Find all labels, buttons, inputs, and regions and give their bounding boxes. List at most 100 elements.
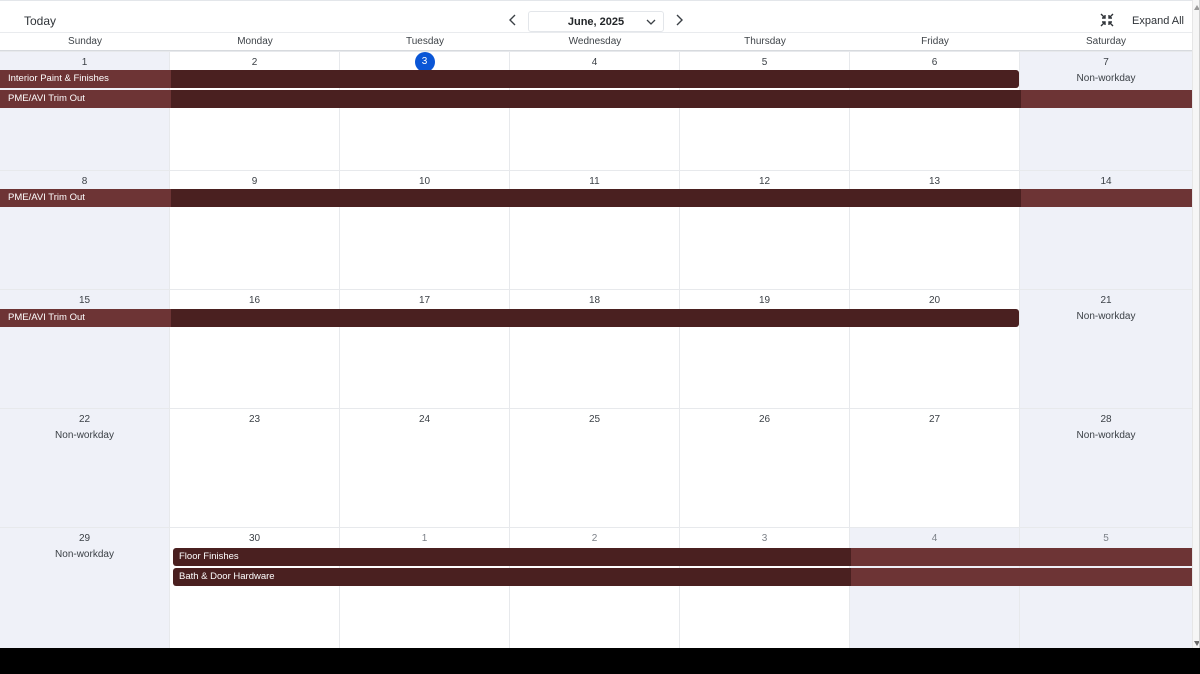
day-cell[interactable]: 15 (0, 289, 170, 409)
day-cell[interactable]: 28 Non-workday (1020, 408, 1192, 528)
day-number: 24 (418, 414, 431, 425)
day-cell[interactable]: 11 (510, 170, 680, 290)
day-cell[interactable]: 19 (680, 289, 850, 409)
day-number: 4 (931, 533, 938, 544)
previous-month-button[interactable] (504, 11, 522, 29)
event-interior-paint-finishes[interactable]: Interior Paint & Finishes (0, 70, 1019, 88)
event-pme-avi-trim-out[interactable]: PME/AVI Trim Out (0, 90, 1192, 108)
day-cell[interactable]: 4 (510, 51, 680, 171)
day-number: 5 (1103, 533, 1109, 544)
weekday-tuesday: Tuesday (406, 36, 444, 47)
event-nonworkday-segment (1021, 90, 1192, 108)
day-number: 11 (589, 176, 600, 187)
non-workday-label: Non-workday (1076, 311, 1136, 322)
day-number: 15 (78, 295, 91, 306)
weekday-thursday: Thursday (744, 36, 786, 47)
day-cell[interactable]: 12 (680, 170, 850, 290)
day-cell[interactable]: 17 (340, 289, 510, 409)
day-cell[interactable]: 22 Non-workday (0, 408, 170, 528)
day-cell[interactable]: 20 (850, 289, 1020, 409)
day-number: 25 (588, 414, 601, 425)
event-pme-avi-trim-out[interactable]: PME/AVI Trim Out (0, 309, 1019, 327)
day-cell[interactable]: 29 Non-workday (0, 527, 170, 648)
day-cell[interactable]: 7 Non-workday (1020, 51, 1192, 171)
expand-all-button[interactable]: Expand All (1124, 11, 1192, 31)
day-number: 27 (928, 414, 941, 425)
day-cell[interactable]: 2 (510, 527, 680, 648)
day-number: 9 (251, 176, 258, 187)
week-row: 1 2 3 4 5 6 7 Non-workday (0, 51, 1192, 171)
weekday-wednesday: Wednesday (568, 36, 622, 47)
chevron-left-icon (509, 14, 516, 26)
event-floor-finishes[interactable]: Floor Finishes (173, 548, 1192, 566)
day-cell[interactable]: 13 (850, 170, 1020, 290)
day-cell[interactable]: 1 (0, 51, 170, 171)
event-nonworkday-segment (1021, 189, 1192, 207)
day-number: 22 (78, 414, 91, 425)
day-cell[interactable]: 5 (680, 51, 850, 171)
day-number: 1 (421, 533, 428, 544)
event-title: Bath & Door Hardware (179, 571, 275, 582)
event-title: Floor Finishes (179, 551, 239, 562)
day-number: 2 (591, 533, 598, 544)
event-title: PME/AVI Trim Out (8, 192, 85, 203)
day-number: 12 (758, 176, 771, 187)
day-cell[interactable]: 1 (340, 527, 510, 648)
day-number: 10 (418, 176, 431, 187)
day-number: 26 (758, 414, 771, 425)
today-day-number: 3 (414, 52, 435, 72)
non-workday-label: Non-workday (1076, 430, 1136, 441)
day-number: 23 (248, 414, 261, 425)
next-month-button[interactable] (670, 11, 688, 29)
non-workday-label: Non-workday (1076, 73, 1136, 84)
day-cell[interactable]: 23 (170, 408, 340, 528)
today-button[interactable]: Today (14, 10, 66, 32)
event-pme-avi-trim-out[interactable]: PME/AVI Trim Out (0, 189, 1192, 207)
day-cell[interactable]: 25 (510, 408, 680, 528)
day-cell[interactable]: 9 (170, 170, 340, 290)
day-cell[interactable]: 21 Non-workday (1020, 289, 1192, 409)
collapse-button[interactable] (1100, 13, 1118, 31)
day-number: 29 (78, 533, 91, 544)
day-number: 2 (251, 57, 258, 68)
day-number: 6 (931, 57, 938, 68)
event-title: Interior Paint & Finishes (8, 73, 109, 84)
day-cell[interactable]: 10 (340, 170, 510, 290)
day-cell[interactable]: 26 (680, 408, 850, 528)
day-cell[interactable]: 4 (850, 527, 1020, 648)
day-cell[interactable]: 5 (1020, 527, 1192, 648)
day-number: 7 (1103, 57, 1109, 68)
non-workday-label: Non-workday (55, 430, 114, 441)
day-number: 14 (1100, 176, 1112, 187)
day-number: 30 (248, 533, 261, 544)
day-cell[interactable]: 30 (170, 527, 340, 648)
weekday-monday: Monday (237, 36, 273, 47)
day-number: 8 (81, 176, 88, 187)
day-number: 1 (81, 57, 88, 68)
day-number: 13 (928, 176, 941, 187)
day-number: 19 (758, 295, 771, 306)
weekday-friday: Friday (921, 36, 949, 47)
day-cell[interactable]: 6 (850, 51, 1020, 171)
month-grid: 1 2 3 4 5 6 7 Non-workday 8 9 10 11 12 13… (0, 51, 1192, 648)
weekday-sunday: Sunday (68, 36, 102, 47)
day-cell[interactable]: 16 (170, 289, 340, 409)
day-cell[interactable]: 24 (340, 408, 510, 528)
event-nonworkday-segment (851, 548, 1192, 566)
day-cell[interactable]: 3 (680, 527, 850, 648)
week-row: 22 Non-workday 23 24 25 26 27 28 Non-workd… (0, 408, 1192, 528)
day-cell[interactable]: 14 (1020, 170, 1192, 290)
day-cell[interactable]: 8 (0, 170, 170, 290)
day-cell[interactable]: 3 (340, 51, 510, 171)
weekday-saturday: Saturday (1085, 36, 1127, 47)
day-number: 18 (588, 295, 601, 306)
week-row: 15 16 17 18 19 20 21 Non-workday (0, 289, 1192, 409)
event-bath-door-hardware[interactable]: Bath & Door Hardware (173, 568, 1192, 586)
month-select-value: June, 2025 (567, 15, 625, 28)
day-cell[interactable]: 27 (850, 408, 1020, 528)
collapse-arrows-icon (1100, 13, 1114, 27)
day-cell[interactable]: 18 (510, 289, 680, 409)
day-cell[interactable]: 2 (170, 51, 340, 171)
month-select[interactable]: June, 2025 (528, 11, 664, 32)
event-title: PME/AVI Trim Out (8, 93, 85, 104)
